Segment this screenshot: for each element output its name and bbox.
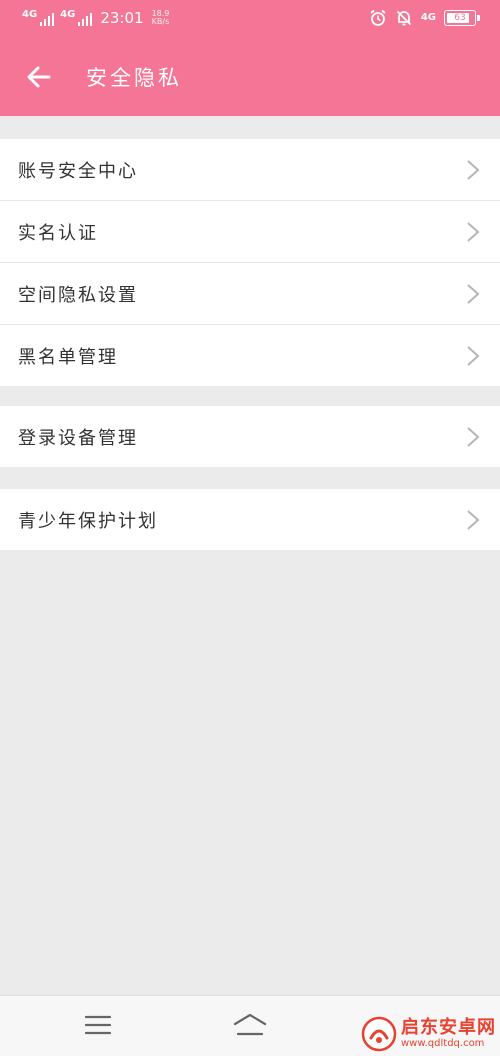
- home-icon[interactable]: [232, 1012, 268, 1038]
- chevron-right-icon: [467, 345, 480, 366]
- chevron-right-icon: [467, 509, 480, 530]
- signal-icon: 4G: [60, 9, 93, 26]
- menu-item-label: 黑名单管理: [18, 346, 118, 368]
- toolbar: 安全隐私: [0, 38, 500, 116]
- menu-icon[interactable]: [84, 1014, 112, 1036]
- battery-icon: 63: [444, 10, 480, 26]
- menu-item-real-name[interactable]: 实名认证: [0, 201, 500, 263]
- settings-group-youth: 青少年保护计划: [0, 489, 500, 550]
- chevron-right-icon: [467, 283, 480, 304]
- menu-item-label: 青少年保护计划: [18, 510, 158, 532]
- watermark-title: 启东安卓网: [401, 1017, 496, 1038]
- app-header: 4G 4G 23:01 18.9 KB/s 4G 63 安全隐私: [0, 0, 500, 116]
- menu-item-youth-protection[interactable]: 青少年保护计划: [0, 489, 500, 550]
- speed-unit: KB/s: [151, 17, 170, 26]
- settings-group-devices: 登录设备管理: [0, 406, 500, 467]
- menu-item-label: 空间隐私设置: [18, 284, 138, 306]
- arrow-left-icon[interactable]: [22, 60, 56, 94]
- chevron-right-icon: [467, 159, 480, 180]
- clock: 23:01: [100, 9, 144, 27]
- network-4g-label: 4G: [420, 12, 436, 23]
- settings-group-account: 账号安全中心 实名认证 空间隐私设置 黑名单管理: [0, 139, 500, 386]
- signal-icon: 4G: [22, 9, 55, 26]
- chevron-right-icon: [467, 221, 480, 242]
- signal2-label: 4G: [60, 9, 76, 20]
- notifications-off-icon: [396, 10, 411, 26]
- battery-level: 63: [454, 13, 466, 23]
- menu-item-blacklist[interactable]: 黑名单管理: [0, 325, 500, 386]
- menu-item-login-devices[interactable]: 登录设备管理: [0, 406, 500, 467]
- menu-item-label: 账号安全中心: [18, 160, 138, 182]
- menu-item-label: 实名认证: [18, 222, 98, 244]
- menu-item-space-privacy[interactable]: 空间隐私设置: [0, 263, 500, 325]
- menu-item-label: 登录设备管理: [18, 427, 138, 449]
- watermark-logo-icon: [361, 1016, 397, 1052]
- page-title: 安全隐私: [86, 66, 182, 90]
- watermark: 启东安卓网 www.qdltdq.com: [361, 1016, 496, 1052]
- menu-item-account-security[interactable]: 账号安全中心: [0, 139, 500, 201]
- network-speed: 18.9 KB/s: [152, 10, 170, 26]
- chevron-right-icon: [467, 426, 480, 447]
- alarm-clock-icon: [370, 9, 386, 26]
- status-bar: 4G 4G 23:01 18.9 KB/s 4G 63: [0, 0, 500, 38]
- watermark-url: www.qdltdq.com: [401, 1038, 485, 1049]
- system-nav-bar: 启东安卓网 www.qdltdq.com: [0, 995, 500, 1056]
- signal1-label: 4G: [22, 9, 38, 20]
